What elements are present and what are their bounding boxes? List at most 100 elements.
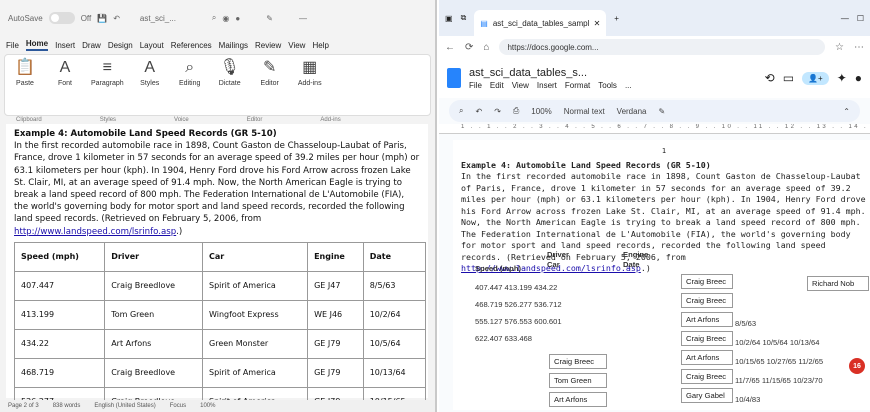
menu-item-references[interactable]: References <box>171 41 212 50</box>
menu-item-file[interactable]: File <box>6 41 19 50</box>
docs-menu-item[interactable]: Format <box>565 81 590 90</box>
tab-title: ast_sci_data_tables_sample - Goo <box>492 18 589 28</box>
docs-logo-icon[interactable] <box>447 68 461 88</box>
driver-box[interactable]: Richard Nob <box>807 276 869 291</box>
autosave-toggle[interactable] <box>48 12 75 24</box>
driver-box[interactable]: Craig Breec <box>681 274 733 289</box>
undo-icon[interactable]: ↶ <box>475 107 482 116</box>
search-icon[interactable]: ⌕ <box>212 13 216 23</box>
driver-box[interactable]: Craig Breec <box>681 293 733 308</box>
avatar[interactable]: ● <box>855 71 862 85</box>
refresh-icon[interactable]: ⟳ <box>465 42 473 53</box>
menu-item-insert[interactable]: Insert <box>55 41 75 50</box>
table-cell: Green Monster <box>201 328 309 359</box>
menu-item-review[interactable]: Review <box>255 41 281 50</box>
address-bar-row: ← ⟳ ⌂ https://docs.google.com... ☆ ⋯ <box>439 36 870 58</box>
date-line: 10/4/83 <box>735 395 761 404</box>
date-line: 11/7/65 11/15/65 10/23/70 <box>735 376 823 385</box>
menu-item-layout[interactable]: Layout <box>140 41 164 50</box>
table-cell: 8/5/63 <box>362 270 427 301</box>
date-line: 10/2/64 10/5/64 10/13/64 <box>735 338 820 347</box>
share-icon[interactable]: 👤+ <box>802 71 829 85</box>
menu-item-mailings[interactable]: Mailings <box>219 41 248 50</box>
ruler[interactable]: 1 . . 1 . . 2 . . 3 . . 4 . . 5 . . 6 . … <box>439 124 870 134</box>
driver-box[interactable]: Gary Gabel <box>681 388 733 403</box>
print-icon[interactable]: ⎙ <box>513 106 519 116</box>
search-icon: ⌕ <box>185 59 195 76</box>
copilot-icon[interactable]: ◉ <box>222 14 229 23</box>
docs-menu-item[interactable]: Edit <box>490 81 504 90</box>
doc-title: ast_sci_... <box>139 13 176 23</box>
driver-box[interactable]: Tom Green <box>549 373 607 388</box>
ribbon-styles-button[interactable]: A Styles <box>136 59 164 87</box>
notification-badge[interactable]: 16 <box>849 358 865 374</box>
addins-icon: ▦ <box>302 59 318 76</box>
menu-item-view[interactable]: View <box>288 41 305 50</box>
menu-item-help[interactable]: Help <box>312 41 328 50</box>
undo-icon[interactable]: ↶ <box>113 14 120 23</box>
collapse-icon[interactable]: ⌃ <box>843 107 850 116</box>
ribbon-label: Paste <box>16 80 34 87</box>
ribbon-label: Editor <box>260 80 279 87</box>
history-icon[interactable]: ⟲ <box>765 71 775 85</box>
comment-icon[interactable]: ▭ <box>783 71 794 85</box>
menu-item-home[interactable]: Home <box>25 39 49 51</box>
maximize-icon[interactable]: ☐ <box>857 14 864 23</box>
driver-box[interactable]: Art Arfons <box>681 312 733 327</box>
extensions-icon[interactable]: ⋯ <box>854 42 864 53</box>
docs-title[interactable]: ast_sci_data_tables_s... <box>469 67 632 79</box>
ribbon-editor-button[interactable]: ✎ Editor <box>256 59 284 87</box>
active-tab[interactable]: ▤ ast_sci_data_tables_sample - Goo ✕ <box>474 10 607 36</box>
driver-box[interactable]: Craig Breec <box>681 331 733 346</box>
col-car-header: Car <box>547 260 560 269</box>
docs-menu-item[interactable]: View <box>512 81 529 90</box>
pen-icon[interactable]: ✎ <box>658 107 665 116</box>
ribbon-dictate-button[interactable]: 🎙 Dictate <box>216 59 244 87</box>
table-header-cell: Driver <box>104 241 203 272</box>
docs-menu-item[interactable]: ... <box>625 81 632 90</box>
table-cell: Spirit of America <box>201 357 309 388</box>
word-window: AutoSave Off 💾 ↶ ast_sci_... ⌕ ◉ ● ✎ — F… <box>0 0 437 412</box>
docs-document-page[interactable]: 1 Example 4: Automobile Land Speed Recor… <box>453 140 870 410</box>
ribbon-label: Styles <box>140 80 160 87</box>
status-item[interactable]: Focus <box>170 403 186 409</box>
search-menus-icon[interactable]: ⌕ <box>459 106 463 116</box>
docs-menu-item[interactable]: Insert <box>537 81 557 90</box>
zoom-select[interactable]: 100% <box>531 107 551 116</box>
menu-item-design[interactable]: Design <box>108 41 133 50</box>
minimize-icon[interactable]: — <box>841 14 849 23</box>
doc-link[interactable]: http://www.landspeed.com/lsrinfo.asp <box>14 227 176 237</box>
url-field[interactable]: https://docs.google.com... <box>499 39 826 55</box>
new-tab-icon[interactable]: + <box>614 14 619 23</box>
avatar[interactable]: ● <box>235 14 240 23</box>
style-select[interactable]: Normal text <box>564 107 605 116</box>
word-menu-bar: File Home Insert Draw Design Layout References… <box>0 36 435 54</box>
tab-grid-icon[interactable]: ⧉ <box>461 13 467 23</box>
font-select[interactable]: Verdana <box>617 107 647 116</box>
save-icon[interactable]: 💾 <box>97 14 107 23</box>
ribbon-paste-button[interactable]: 📋 Paste <box>11 59 39 87</box>
status-item[interactable]: 100% <box>200 403 215 409</box>
ribbon-font-button[interactable]: A Font <box>51 59 79 87</box>
driver-box[interactable]: Craig Breec <box>681 369 733 384</box>
browser-menu-icon[interactable]: ▣ <box>445 14 453 23</box>
driver-box[interactable]: Art Arfons <box>681 350 733 365</box>
docs-menu-item[interactable]: File <box>469 81 482 90</box>
menu-item-draw[interactable]: Draw <box>82 41 101 50</box>
back-icon[interactable]: ← <box>445 42 455 53</box>
ribbon-paragraph-button[interactable]: ≡ Paragraph <box>91 59 124 87</box>
minimize-icon[interactable]: — <box>299 14 307 23</box>
redo-icon[interactable]: ↷ <box>494 107 501 116</box>
favorite-icon[interactable]: ☆ <box>835 42 844 53</box>
docs-menu-item[interactable]: Tools <box>598 81 617 90</box>
gemini-icon[interactable]: ✦ <box>837 71 847 85</box>
home-icon[interactable]: ⌂ <box>483 42 489 53</box>
pen-icon[interactable]: ✎ <box>266 14 273 23</box>
ribbon-add-ins-button[interactable]: ▦ Add-ins <box>296 59 324 87</box>
driver-box[interactable]: Art Arfons <box>549 392 607 407</box>
close-tab-icon[interactable]: ✕ <box>594 19 601 28</box>
ribbon-editing-button[interactable]: ⌕ Editing <box>176 59 204 87</box>
word-document-page[interactable]: Example 4: Automobile Land Speed Records… <box>6 124 428 412</box>
ribbon-label: Add-ins <box>297 80 322 87</box>
driver-box[interactable]: Craig Breec <box>549 354 607 369</box>
